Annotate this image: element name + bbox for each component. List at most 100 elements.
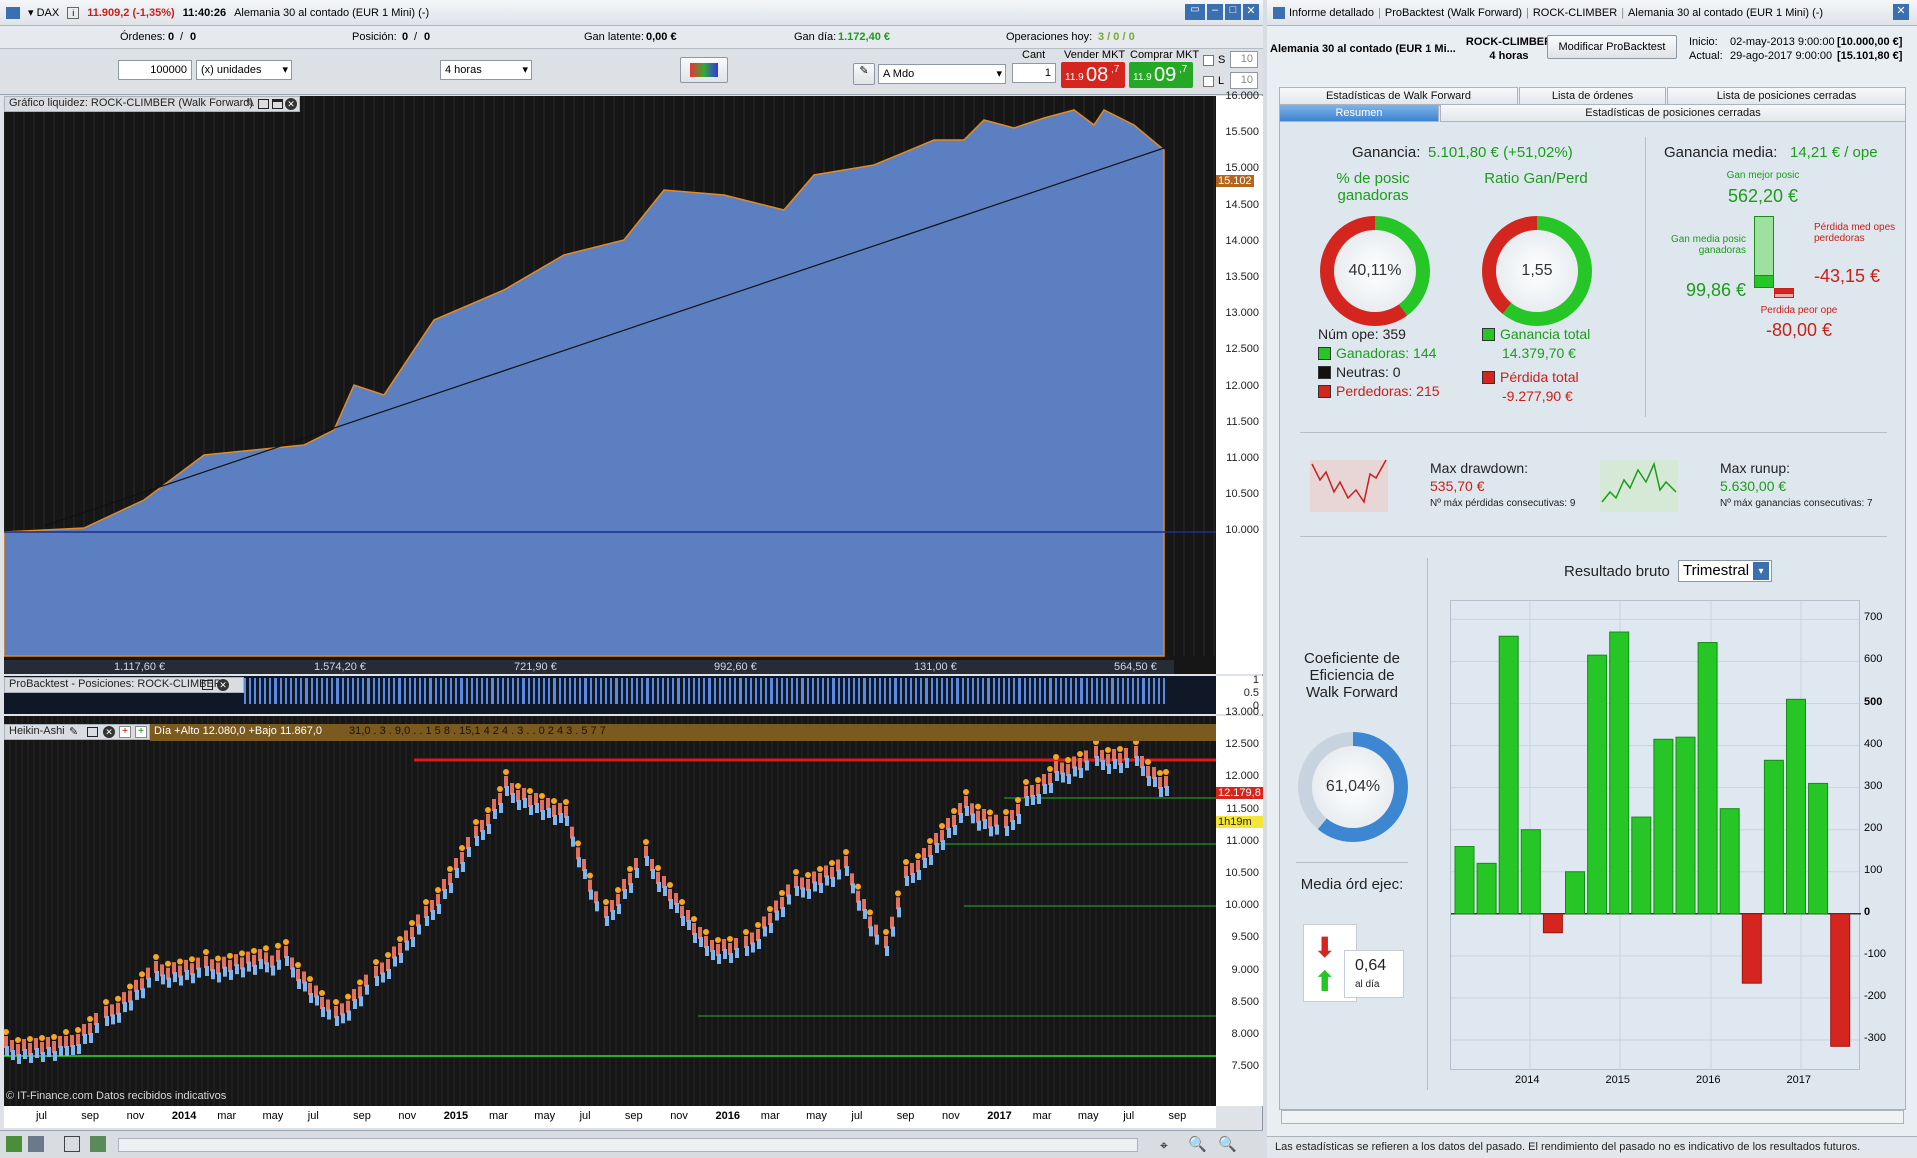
close-panel-icon[interactable]: ✕ bbox=[285, 98, 297, 110]
layout-icon[interactable] bbox=[90, 1136, 106, 1152]
position-bar bbox=[1106, 678, 1108, 704]
heikin-ashi-candle bbox=[265, 962, 269, 973]
price-axis-tick: 10.500 bbox=[1225, 867, 1259, 879]
close-panel-icon[interactable]: ✕ bbox=[217, 679, 229, 691]
report-horizontal-scrollbar[interactable] bbox=[1281, 1110, 1904, 1124]
position-bar bbox=[941, 678, 943, 704]
position-bar bbox=[492, 678, 494, 704]
indicators-button[interactable] bbox=[680, 57, 728, 83]
maximize-panel-icon[interactable] bbox=[272, 99, 283, 109]
signal-marker bbox=[307, 976, 313, 982]
timeframe-select[interactable]: 4 horas ▾ bbox=[440, 60, 532, 80]
report-menu-icon[interactable] bbox=[1273, 6, 1285, 19]
stop-input[interactable]: 10 bbox=[1230, 51, 1258, 68]
unit-select[interactable]: (x) unidades ▾ bbox=[196, 60, 292, 80]
add-panel-icon[interactable]: + bbox=[135, 726, 147, 738]
position-bar bbox=[497, 678, 499, 704]
report-tab[interactable]: ProBacktest (Walk Forward) bbox=[1385, 7, 1522, 19]
price-chart-header: Heikin-Ashi ✎ ✕ + + bbox=[4, 724, 150, 740]
list-icon[interactable] bbox=[64, 1136, 80, 1152]
heikin-ashi-candle bbox=[729, 953, 733, 963]
order-type-select[interactable]: A Mdo ▾ bbox=[878, 64, 1006, 84]
signal-marker bbox=[139, 971, 145, 978]
date-axis-label: jul bbox=[851, 1110, 863, 1122]
signal-marker bbox=[189, 956, 195, 963]
tab-closed-positions-stats[interactable]: Estadísticas de posiciones cerradas bbox=[1440, 104, 1906, 122]
neutral-swatch bbox=[1318, 366, 1331, 379]
quantity-input[interactable]: 100000 bbox=[118, 60, 192, 80]
heikin-ashi-candle bbox=[399, 953, 403, 963]
heikin-ashi-candle bbox=[1061, 772, 1065, 783]
position-bar bbox=[781, 678, 783, 704]
result-bar bbox=[1741, 913, 1762, 984]
stop-checkbox[interactable] bbox=[1203, 55, 1214, 66]
start-date: 02-may-2013 9:00:00 bbox=[1730, 36, 1835, 48]
heikin-ashi-candle bbox=[517, 800, 521, 810]
wrench-icon[interactable]: ✎ bbox=[853, 63, 875, 85]
add-indicator-icon[interactable]: + bbox=[119, 726, 131, 738]
tab-closed-positions[interactable]: Lista de posiciones cerradas bbox=[1667, 87, 1906, 105]
window-icon[interactable] bbox=[258, 99, 269, 109]
wf-efficiency-value: 61,04% bbox=[1312, 746, 1394, 828]
report-tab[interactable]: ROCK-CLIMBER bbox=[1533, 7, 1617, 19]
tab-order-list[interactable]: Lista de órdenes bbox=[1519, 87, 1666, 105]
signal-marker bbox=[951, 808, 957, 814]
equity-chart[interactable] bbox=[3, 96, 1216, 674]
heikin-ashi-candle bbox=[205, 966, 209, 976]
signal-marker bbox=[539, 793, 545, 799]
price-chart[interactable] bbox=[3, 716, 1216, 1106]
info-icon[interactable]: i bbox=[67, 6, 80, 19]
settings-icon[interactable]: ✎ bbox=[246, 97, 255, 110]
settings-icon[interactable]: ✎ bbox=[69, 725, 78, 738]
symbol-dropdown[interactable]: ▾ DAX bbox=[28, 6, 59, 19]
disclaimer: Las estadísticas se refieren a los datos… bbox=[1267, 1136, 1917, 1158]
report-tab[interactable]: Informe detallado bbox=[1289, 7, 1374, 19]
position-bar bbox=[621, 678, 623, 704]
heikin-ashi-candle bbox=[467, 847, 471, 857]
maximize-button[interactable]: □ bbox=[1225, 4, 1241, 20]
crosshair-icon[interactable]: ⌖ bbox=[1160, 1137, 1168, 1154]
position-bar bbox=[1055, 678, 1057, 704]
layout-button[interactable]: ▭ bbox=[1185, 4, 1205, 20]
zoom-in-icon[interactable]: 🔍 bbox=[1218, 1135, 1237, 1153]
zoom-out-icon[interactable]: 🔍 bbox=[1188, 1135, 1207, 1153]
tab-summary[interactable]: Resumen bbox=[1279, 104, 1439, 122]
total-gain-swatch bbox=[1482, 328, 1495, 341]
limit-input[interactable]: 10 bbox=[1230, 72, 1258, 89]
heikin-ashi-candle bbox=[635, 868, 639, 878]
max-drawdown-value: 535,70 € bbox=[1430, 478, 1485, 494]
heikin-ashi-candle bbox=[1095, 756, 1099, 766]
tab-walk-forward-stats[interactable]: Estadísticas de Walk Forward bbox=[1279, 87, 1518, 105]
equity-axis-tick: 10.000 bbox=[1225, 524, 1259, 537]
position-bar bbox=[683, 678, 685, 704]
window-icon[interactable] bbox=[202, 680, 213, 690]
position-bar bbox=[853, 678, 855, 704]
heikin-ashi-candle bbox=[47, 1047, 51, 1057]
period-select[interactable]: Trimestral ▾ bbox=[1678, 560, 1772, 582]
limit-checkbox[interactable] bbox=[1203, 76, 1214, 87]
close-button[interactable]: ✕ bbox=[1243, 4, 1259, 20]
buy-market-button[interactable]: 11.9 09,7 bbox=[1129, 62, 1193, 88]
heikin-ashi-candle bbox=[297, 979, 301, 989]
position-bar bbox=[1075, 678, 1077, 704]
heikin-ashi-candle bbox=[291, 967, 295, 978]
position-bar bbox=[1013, 678, 1015, 704]
horizontal-scrollbar[interactable] bbox=[118, 1138, 1138, 1152]
close-panel-icon[interactable]: ✕ bbox=[103, 726, 115, 738]
position-bar bbox=[724, 678, 726, 704]
order-quantity-input[interactable]: 1 bbox=[1012, 63, 1056, 83]
chart-menu-icon[interactable] bbox=[6, 6, 20, 19]
neutral-row: Neutras: 0 bbox=[1318, 364, 1401, 380]
signal-marker bbox=[115, 995, 121, 1002]
signal-marker bbox=[51, 1034, 57, 1040]
refresh-icon[interactable] bbox=[6, 1136, 22, 1152]
position-bar bbox=[481, 678, 483, 704]
price-axis-tick: 9.000 bbox=[1231, 963, 1259, 976]
sell-market-button[interactable]: 11.9 08,7 bbox=[1061, 62, 1125, 88]
close-button[interactable]: ✕ bbox=[1893, 4, 1909, 20]
window-icon[interactable] bbox=[87, 727, 98, 737]
report-tab[interactable]: Alemania 30 al contado (EUR 1 Mini) (-) bbox=[1628, 7, 1823, 19]
tools-icon[interactable] bbox=[28, 1136, 44, 1152]
modify-backtest-button[interactable]: Modificar ProBacktest bbox=[1547, 35, 1677, 59]
minimize-button[interactable]: – bbox=[1207, 4, 1223, 20]
